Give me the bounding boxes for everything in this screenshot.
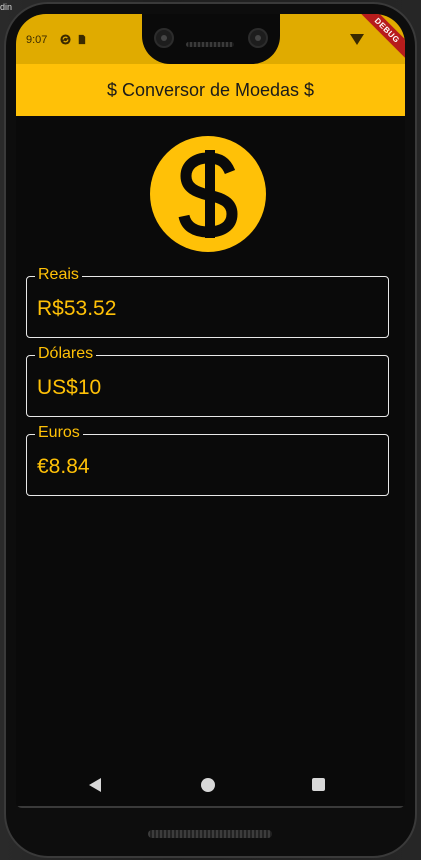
status-bar: 9:07 DEBUG	[16, 14, 405, 64]
sync-icon	[60, 34, 71, 45]
dolares-field[interactable]: Dólares US$10	[26, 345, 389, 417]
reais-field[interactable]: Reais R$53.52	[26, 266, 389, 338]
recents-icon[interactable]	[312, 778, 325, 791]
wifi-icon	[350, 34, 364, 45]
dolares-value[interactable]: US$10	[37, 376, 101, 400]
euros-label: Euros	[35, 424, 83, 442]
display-notch	[142, 14, 280, 64]
earpiece-speaker	[186, 42, 234, 47]
dollar-sign-glyph	[178, 150, 238, 238]
home-icon[interactable]	[201, 778, 215, 792]
phone-frame: 9:07 DEBUG $ Conversor de Moedas $ Reais…	[4, 2, 417, 858]
dollar-coin-icon	[150, 136, 266, 252]
front-camera-left	[154, 28, 174, 48]
status-time: 9:07	[26, 34, 48, 46]
converter-body: Reais R$53.52 Dólares US$10 Euros €8.84	[16, 116, 405, 766]
euros-value[interactable]: €8.84	[37, 455, 90, 479]
reais-value[interactable]: R$53.52	[37, 297, 116, 321]
back-icon[interactable]	[89, 778, 101, 792]
bottom-speaker-grille	[148, 830, 272, 838]
screen-bottom-divider	[16, 806, 405, 808]
phone-screen: 9:07 DEBUG $ Conversor de Moedas $ Reais…	[16, 14, 405, 808]
host-window-label: din	[0, 2, 13, 12]
sim-card-icon	[78, 34, 86, 45]
app-title: $ Conversor de Moedas $	[106, 79, 315, 100]
euros-field[interactable]: Euros €8.84	[26, 424, 389, 496]
reais-label: Reais	[35, 266, 82, 284]
app-bar: $ Conversor de Moedas $	[16, 64, 405, 116]
system-nav-bar	[16, 766, 405, 804]
dolares-label: Dólares	[35, 345, 97, 363]
front-camera-right	[248, 28, 268, 48]
